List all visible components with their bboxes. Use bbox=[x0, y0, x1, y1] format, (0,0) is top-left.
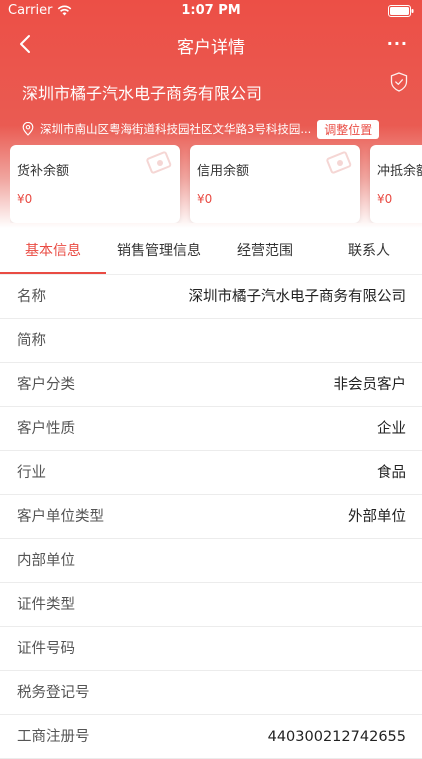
tab-label: 经营范围 bbox=[237, 243, 293, 259]
row-label: 客户单位类型 bbox=[17, 509, 104, 525]
row-value: 深圳市橘子汽水电子商务有限公司 bbox=[188, 289, 407, 305]
shield-icon[interactable] bbox=[390, 72, 408, 92]
back-arrow-icon[interactable] bbox=[14, 32, 38, 56]
info-row-business-registration: 工商注册号 440300212742655 bbox=[0, 715, 422, 759]
tab-contacts[interactable]: 联系人 bbox=[316, 228, 422, 274]
tab-label: 销售管理信息 bbox=[117, 243, 201, 259]
info-row-customer-category: 客户分类 非会员客户 bbox=[0, 363, 422, 407]
address-text: 深圳市南山区粤海街道科技园社区文华路3号科技园... bbox=[40, 122, 312, 136]
row-label: 证件号码 bbox=[17, 641, 75, 657]
carrier-group: Carrier bbox=[8, 3, 72, 18]
tab-bar: 基本信息 销售管理信息 经营范围 联系人 bbox=[0, 228, 422, 275]
info-row-short-name: 简称 bbox=[0, 319, 422, 363]
row-label: 简称 bbox=[17, 333, 46, 349]
card-value: ¥0 bbox=[377, 192, 393, 206]
info-row-internal-unit: 内部单位 bbox=[0, 539, 422, 583]
info-list: 名称 深圳市橘子汽水电子商务有限公司 简称 客户分类 非会员客户 客户性质 企业… bbox=[0, 275, 422, 759]
row-label: 客户分类 bbox=[17, 377, 75, 393]
balance-card-credit[interactable]: 信用余额 ¥0 bbox=[190, 145, 360, 223]
row-label: 行业 bbox=[17, 465, 46, 481]
card-watermark-icon bbox=[326, 151, 352, 174]
tab-label: 基本信息 bbox=[25, 243, 81, 259]
card-watermark-icon bbox=[146, 151, 172, 174]
battery-icon bbox=[388, 5, 414, 17]
tab-sales-management[interactable]: 销售管理信息 bbox=[106, 228, 212, 274]
adjust-location-button[interactable]: 调整位置 bbox=[317, 119, 380, 139]
nav-bar: 客户详情 ··· bbox=[0, 22, 422, 66]
info-row-name: 名称 深圳市橘子汽水电子商务有限公司 bbox=[0, 275, 422, 319]
row-value: 企业 bbox=[377, 421, 406, 437]
row-label: 证件类型 bbox=[17, 597, 75, 613]
row-value: 440300212742655 bbox=[267, 729, 406, 745]
company-name: 深圳市橘子汽水电子商务有限公司 bbox=[22, 84, 263, 103]
carrier-label: Carrier bbox=[8, 3, 53, 18]
balance-card-offset[interactable]: 冲抵余额 ¥0 bbox=[370, 145, 422, 223]
card-label: 货补余额 bbox=[17, 164, 70, 179]
location-pin-icon bbox=[22, 122, 34, 136]
row-label: 税务登记号 bbox=[17, 685, 90, 701]
wifi-icon bbox=[58, 5, 72, 16]
row-value: 外部单位 bbox=[348, 509, 406, 525]
row-label: 内部单位 bbox=[17, 553, 75, 569]
card-value: ¥0 bbox=[17, 192, 33, 206]
info-row-id-type: 证件类型 bbox=[0, 583, 422, 627]
active-tab-indicator bbox=[0, 272, 106, 274]
status-bar: Carrier 1:07 PM bbox=[0, 0, 422, 22]
card-label: 冲抵余额 bbox=[377, 164, 422, 179]
row-label: 客户性质 bbox=[17, 421, 75, 437]
info-row-tax-registration: 税务登记号 bbox=[0, 671, 422, 715]
tab-label: 联系人 bbox=[348, 243, 390, 259]
info-row-customer-nature: 客户性质 企业 bbox=[0, 407, 422, 451]
info-row-unit-type: 客户单位类型 外部单位 bbox=[0, 495, 422, 539]
row-label: 名称 bbox=[17, 289, 46, 305]
more-menu-button[interactable]: ··· bbox=[387, 34, 408, 53]
page-title: 客户详情 bbox=[177, 38, 245, 58]
row-value: 非会员客户 bbox=[333, 377, 407, 393]
tab-business-scope[interactable]: 经营范围 bbox=[212, 228, 318, 274]
tab-basic-info[interactable]: 基本信息 bbox=[0, 228, 106, 274]
card-label: 信用余额 bbox=[197, 164, 250, 179]
balance-cards: 货补余额 ¥0 信用余额 ¥0 冲抵余额 ¥0 bbox=[10, 145, 422, 223]
info-row-industry: 行业 食品 bbox=[0, 451, 422, 495]
card-value: ¥0 bbox=[197, 192, 213, 206]
row-label: 工商注册号 bbox=[17, 729, 90, 745]
row-value: 食品 bbox=[377, 465, 406, 481]
address-row: 深圳市南山区粤海街道科技园社区文华路3号科技园... 调整位置 bbox=[22, 119, 412, 139]
info-row-id-number: 证件号码 bbox=[0, 627, 422, 671]
balance-card-goods-subsidy[interactable]: 货补余额 ¥0 bbox=[10, 145, 180, 223]
